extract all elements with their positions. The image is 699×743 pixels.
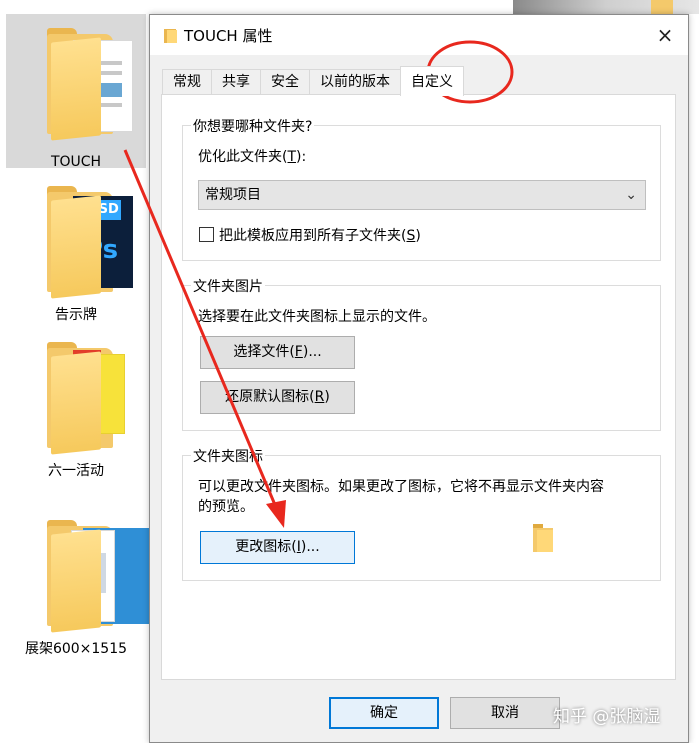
desktop-folder-zhanjia[interactable]: 展架600×1515 [6,520,149,660]
tab-panel-customize: 你想要哪种文件夹? 优化此文件夹(T): 常规项目 ⌄ 把此模板应用到所有子文件… [161,94,676,680]
tab-security[interactable]: 安全 [260,69,310,95]
group-title: 文件夹图片 [191,276,265,296]
optimize-select-value: 常规项目 [205,187,261,203]
desktop-folder-label: 展架600×1515 [24,641,128,657]
desktop-folder-liuyi[interactable]: 六一活动 [6,342,146,482]
ok-button[interactable]: 确定 [329,697,439,729]
chevron-down-icon: ⌄ [625,187,637,203]
desktop-folder-gaoshipai[interactable]: Ps PSD 告示牌 [6,186,146,326]
folder-icon [164,27,178,43]
change-icon-button[interactable]: 更改图标(I)... [200,531,355,564]
folder-icon [33,28,133,148]
folder-psd-icon: Ps PSD [33,186,133,299]
folder-ps-icon [33,520,149,633]
cancel-button[interactable]: 取消 [450,697,560,729]
tab-previous-versions[interactable]: 以前的版本 [309,69,401,95]
properties-dialog: TOUCH 属性 × 常规 共享 安全 以前的版本 自定义 你想要哪种文件夹? … [149,14,689,743]
icon-description-line1: 可以更改文件夹图标。如果更改了图标，它将不再显示文件夹内容 [198,479,604,495]
close-button[interactable]: × [642,15,688,55]
corner-folder-icon [651,0,673,14]
tab-strip: 常规 共享 安全 以前的版本 自定义 [162,66,464,96]
group-title: 你想要哪种文件夹? [191,116,315,136]
apply-subfolders-checkbox[interactable] [199,227,214,242]
picture-description: 选择要在此文件夹图标上显示的文件。 [198,309,436,325]
group-folder-type: 你想要哪种文件夹? 优化此文件夹(T): 常规项目 ⌄ 把此模板应用到所有子文件… [182,116,661,261]
tab-sharing[interactable]: 共享 [211,69,261,95]
group-title: 文件夹图标 [191,446,265,466]
optimize-label: 优化此文件夹(T): [198,149,307,165]
tab-customize[interactable]: 自定义 [400,66,464,96]
desktop-folder-label: TOUCH [50,154,102,170]
group-folder-icon: 文件夹图标 可以更改文件夹图标。如果更改了图标，它将不再显示文件夹内容 的预览。… [182,446,661,581]
folder-images-icon [33,342,125,455]
choose-file-button[interactable]: 选择文件(F)... [200,336,355,369]
restore-default-button[interactable]: 还原默认图标(R) [200,381,355,414]
icon-description-line2: 的预览。 [198,499,254,515]
desktop-folder-touch[interactable]: TOUCH [6,14,146,170]
desktop-folder-label: 告示牌 [55,307,97,323]
optimize-select[interactable]: 常规项目 ⌄ [198,180,646,210]
close-icon: × [656,23,674,47]
tab-general[interactable]: 常规 [162,69,212,95]
dialog-title: TOUCH 属性 [184,27,273,45]
group-folder-picture: 文件夹图片 选择要在此文件夹图标上显示的文件。 选择文件(F)... 还原默认图… [182,276,661,431]
watermark: 知乎 @张脑湿 [553,707,661,727]
apply-subfolders-label[interactable]: 把此模板应用到所有子文件夹(S) [219,225,421,245]
dialog-titlebar[interactable]: TOUCH 属性 × [150,15,688,55]
folder-preview-icon [533,524,555,552]
desktop-folder-label: 六一活动 [48,463,104,479]
